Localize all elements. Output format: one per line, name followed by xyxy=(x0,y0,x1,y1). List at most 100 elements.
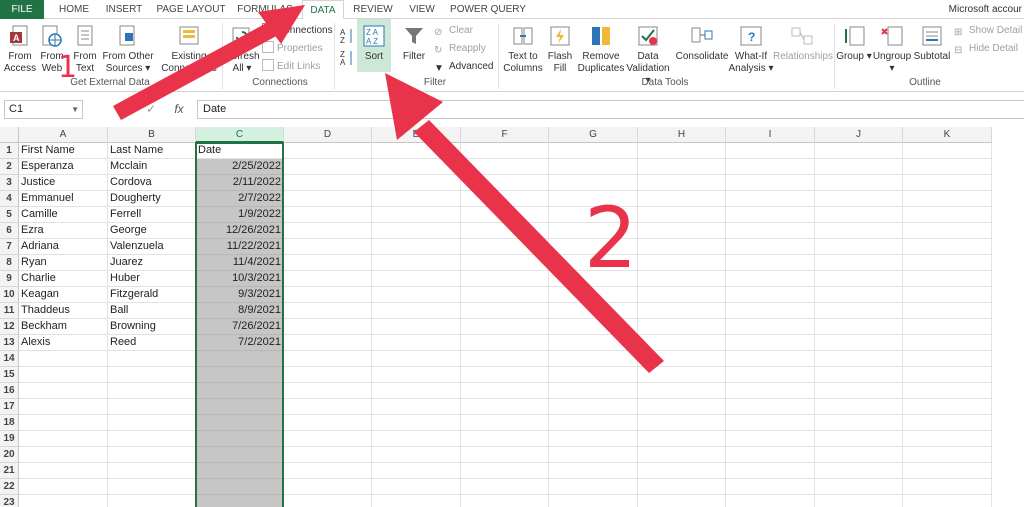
cell-h2[interactable] xyxy=(638,159,726,175)
column-header-b[interactable]: B xyxy=(108,127,196,143)
column-header-f[interactable]: F xyxy=(461,127,549,143)
cell-b7[interactable]: Valenzuela xyxy=(108,239,196,255)
cell-f1[interactable] xyxy=(461,143,549,159)
cell-a5[interactable]: Camille xyxy=(19,207,108,223)
cell-c16[interactable] xyxy=(196,383,284,399)
cell-f20[interactable] xyxy=(461,447,549,463)
cell-d16[interactable] xyxy=(284,383,372,399)
cell-j20[interactable] xyxy=(815,447,903,463)
cell-j16[interactable] xyxy=(815,383,903,399)
tab-insert[interactable]: INSERT xyxy=(102,0,146,19)
row-header-7[interactable]: 7 xyxy=(0,239,19,255)
cell-a15[interactable] xyxy=(19,367,108,383)
cell-h14[interactable] xyxy=(638,351,726,367)
cell-j13[interactable] xyxy=(815,335,903,351)
row-header-5[interactable]: 5 xyxy=(0,207,19,223)
cell-h17[interactable] xyxy=(638,399,726,415)
cell-j4[interactable] xyxy=(815,191,903,207)
cell-i16[interactable] xyxy=(726,383,815,399)
cell-k10[interactable] xyxy=(903,287,992,303)
cell-j14[interactable] xyxy=(815,351,903,367)
cell-e19[interactable] xyxy=(372,431,461,447)
cell-b8[interactable]: Juarez xyxy=(108,255,196,271)
cell-d22[interactable] xyxy=(284,479,372,495)
cell-c6[interactable]: 12/26/2021 xyxy=(196,223,284,239)
cell-k1[interactable] xyxy=(903,143,992,159)
cell-j6[interactable] xyxy=(815,223,903,239)
cell-a17[interactable] xyxy=(19,399,108,415)
cell-c3[interactable]: 2/11/2022 xyxy=(196,175,284,191)
account-name[interactable]: Microsoft accour xyxy=(949,0,1024,19)
row-header-20[interactable]: 20 xyxy=(0,447,19,463)
cell-d5[interactable] xyxy=(284,207,372,223)
cell-k7[interactable] xyxy=(903,239,992,255)
column-header-i[interactable]: I xyxy=(726,127,815,143)
cell-k4[interactable] xyxy=(903,191,992,207)
cell-i17[interactable] xyxy=(726,399,815,415)
cell-g18[interactable] xyxy=(549,415,638,431)
row-header-13[interactable]: 13 xyxy=(0,335,19,351)
cell-c20[interactable] xyxy=(196,447,284,463)
cell-j2[interactable] xyxy=(815,159,903,175)
cell-h1[interactable] xyxy=(638,143,726,159)
cell-d8[interactable] xyxy=(284,255,372,271)
cell-b4[interactable]: Dougherty xyxy=(108,191,196,207)
cell-c19[interactable] xyxy=(196,431,284,447)
cell-e22[interactable] xyxy=(372,479,461,495)
cell-h13[interactable] xyxy=(638,335,726,351)
tab-file[interactable]: FILE xyxy=(0,0,44,19)
cell-i12[interactable] xyxy=(726,319,815,335)
cell-b13[interactable]: Reed xyxy=(108,335,196,351)
cell-h15[interactable] xyxy=(638,367,726,383)
cell-a2[interactable]: Esperanza xyxy=(19,159,108,175)
cell-j15[interactable] xyxy=(815,367,903,383)
cell-f17[interactable] xyxy=(461,399,549,415)
chevron-down-icon[interactable]: ▼ xyxy=(71,101,79,118)
row-header-17[interactable]: 17 xyxy=(0,399,19,415)
cell-k16[interactable] xyxy=(903,383,992,399)
cell-e8[interactable] xyxy=(372,255,461,271)
cell-f12[interactable] xyxy=(461,319,549,335)
cell-h6[interactable] xyxy=(638,223,726,239)
column-header-g[interactable]: G xyxy=(549,127,638,143)
cell-b17[interactable] xyxy=(108,399,196,415)
cell-i1[interactable] xyxy=(726,143,815,159)
cell-f23[interactable] xyxy=(461,495,549,507)
hide-detail-button[interactable]: ⊟ Hide Detail xyxy=(954,41,1018,57)
cell-b2[interactable]: Mcclain xyxy=(108,159,196,175)
cell-d14[interactable] xyxy=(284,351,372,367)
cell-a22[interactable] xyxy=(19,479,108,495)
cell-a1[interactable]: First Name xyxy=(19,143,108,159)
cell-a23[interactable] xyxy=(19,495,108,507)
consolidate-button[interactable]: Consolidate xyxy=(674,22,730,63)
cell-i3[interactable] xyxy=(726,175,815,191)
cell-e5[interactable] xyxy=(372,207,461,223)
cell-d3[interactable] xyxy=(284,175,372,191)
cell-d21[interactable] xyxy=(284,463,372,479)
cell-a19[interactable] xyxy=(19,431,108,447)
cell-a13[interactable]: Alexis xyxy=(19,335,108,351)
cell-a12[interactable]: Beckham xyxy=(19,319,108,335)
cell-b16[interactable] xyxy=(108,383,196,399)
cell-k21[interactable] xyxy=(903,463,992,479)
cell-g22[interactable] xyxy=(549,479,638,495)
cell-i7[interactable] xyxy=(726,239,815,255)
cell-e14[interactable] xyxy=(372,351,461,367)
cell-b6[interactable]: George xyxy=(108,223,196,239)
cell-f14[interactable] xyxy=(461,351,549,367)
row-header-19[interactable]: 19 xyxy=(0,431,19,447)
cell-g12[interactable] xyxy=(549,319,638,335)
cell-d15[interactable] xyxy=(284,367,372,383)
cell-a18[interactable] xyxy=(19,415,108,431)
cell-h22[interactable] xyxy=(638,479,726,495)
cell-e23[interactable] xyxy=(372,495,461,507)
cell-k15[interactable] xyxy=(903,367,992,383)
cell-h11[interactable] xyxy=(638,303,726,319)
cell-i5[interactable] xyxy=(726,207,815,223)
cell-f4[interactable] xyxy=(461,191,549,207)
cell-c14[interactable] xyxy=(196,351,284,367)
cell-d23[interactable] xyxy=(284,495,372,507)
cell-j9[interactable] xyxy=(815,271,903,287)
cell-f22[interactable] xyxy=(461,479,549,495)
column-header-k[interactable]: K xyxy=(903,127,992,143)
